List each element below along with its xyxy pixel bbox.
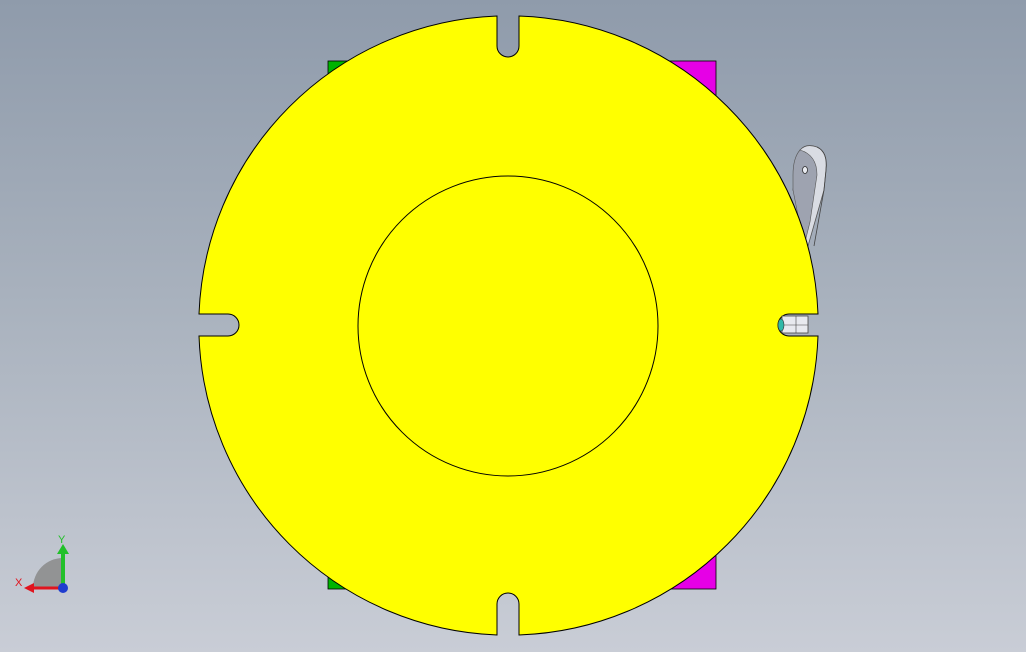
z-axis-dot [58,583,68,593]
triad-y-label: Y [58,534,66,546]
yellow-disc[interactable] [198,15,819,636]
lever-hole [802,166,808,174]
triad-x-label: X [15,577,23,589]
slot-pin[interactable] [777,315,809,334]
coordinate-triad: Y X [15,534,69,593]
cad-model-view[interactable] [0,0,1026,652]
triad-plane [33,558,63,588]
graphics-viewport[interactable]: Y X [0,0,1026,652]
